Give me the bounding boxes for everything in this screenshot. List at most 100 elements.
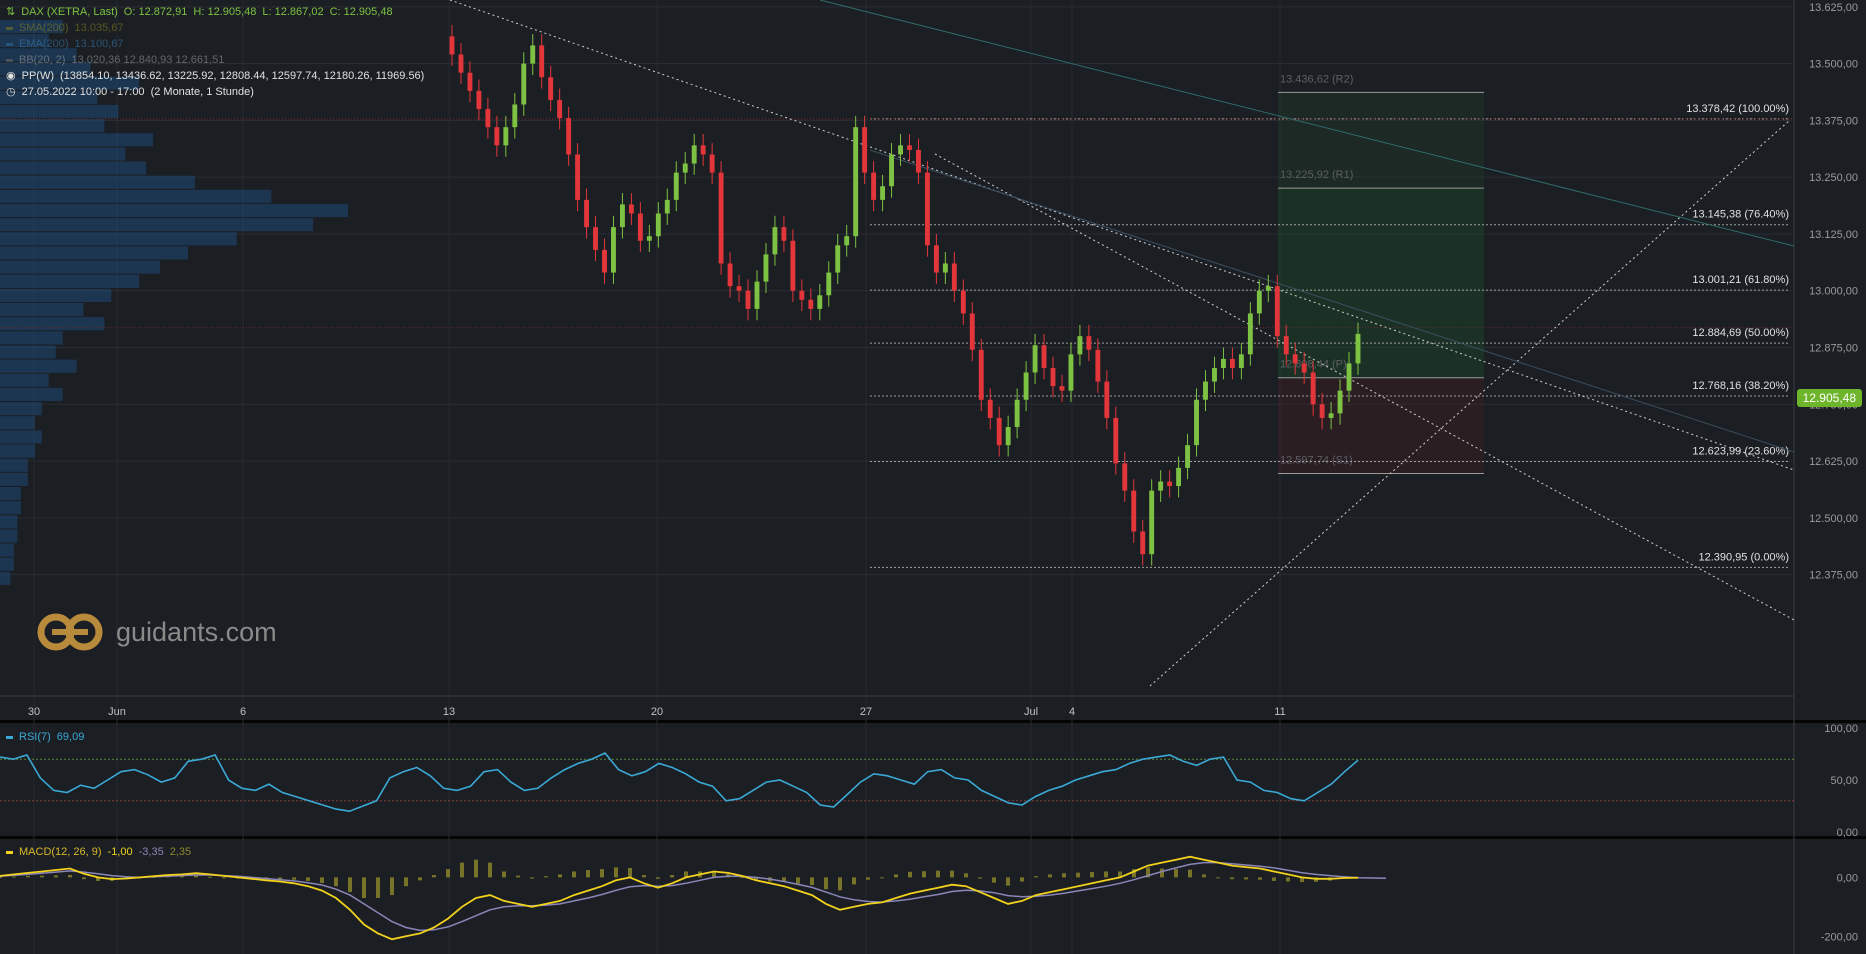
candle-body	[1346, 363, 1352, 391]
rsi-label: RSI(7)	[19, 731, 51, 743]
rsi-legend[interactable]: RSI(7) 69,09	[6, 731, 84, 743]
ema-swatch	[6, 42, 13, 46]
macd-legend[interactable]: MACD(12, 26, 9) -1,00 -3,35 2,35	[6, 846, 191, 858]
macd-swatch	[6, 850, 13, 854]
candle-body	[1301, 363, 1307, 373]
candle-body	[494, 127, 500, 146]
candle-body	[1149, 490, 1155, 555]
macd-histogram-bar	[628, 867, 632, 878]
chart-canvas[interactable]: 13.625,00 13.500,00 13.375,00 13.250,00 13.1…	[0, 0, 1866, 954]
candle-body	[1212, 367, 1217, 382]
macd-histogram-bar	[1188, 869, 1192, 878]
y-tick-label: 13.500,00	[1809, 59, 1858, 71]
candle-body	[1185, 445, 1191, 468]
candle-body	[745, 290, 751, 309]
pivot-label: 13.436,62 (R2)	[1280, 73, 1353, 85]
macd-histogram-bar	[292, 877, 296, 880]
candle-body	[826, 272, 832, 296]
volume-profile-bar	[0, 104, 119, 119]
period-legend[interactable]: ◷ 27.05.2022 10:00 - 17:00 (2 Monate, 1 …	[6, 84, 424, 100]
volume-profile-bar	[0, 402, 42, 416]
candle-body	[924, 172, 930, 246]
y-tick-label: 13.000,00	[1809, 286, 1858, 298]
candle-body	[1113, 417, 1119, 464]
candle-body	[727, 263, 733, 287]
macd-histogram-bar	[82, 877, 86, 880]
candle-body	[584, 199, 589, 228]
macd-histogram-bar	[432, 875, 436, 878]
candle-body	[700, 145, 706, 155]
macd-histogram-bar	[852, 877, 856, 885]
macd-histogram-bar	[1272, 877, 1276, 881]
y-tick-label: 13.625,00	[1809, 2, 1858, 14]
pivot-legend[interactable]: ◉ PP(W) (13854.10, 13436.62, 13225.92, 1…	[6, 68, 424, 84]
macd-hist-value: 2,35	[169, 846, 192, 858]
candle-body	[646, 236, 652, 241]
candle-body	[539, 45, 545, 78]
candle-body	[1328, 413, 1334, 418]
candle-body	[808, 299, 814, 309]
last-price-tag: 12.905,48	[1796, 389, 1862, 407]
candle-body	[978, 349, 984, 400]
macd-histogram-bar	[362, 877, 366, 898]
ema-legend[interactable]: EMA(200) 13.100,67	[6, 36, 424, 52]
macd-histogram-bar	[488, 862, 492, 878]
x-tick-label: Jul	[1024, 706, 1038, 718]
macd-histogram-bar	[502, 871, 506, 878]
macd-histogram-bar	[894, 874, 898, 878]
volume-profile-bar	[0, 175, 195, 189]
macd-histogram-bar	[68, 875, 72, 878]
macd-histogram-bar	[838, 877, 842, 891]
rsi-y-tick-label: 0,00	[1837, 827, 1858, 839]
candle-body	[1005, 427, 1011, 446]
y-tick-label: 12.500,00	[1809, 513, 1858, 525]
high-value: H: 12.905,48	[193, 6, 257, 18]
guidants-logo[interactable]: guidants.com	[36, 612, 277, 652]
candle-body	[1274, 286, 1280, 337]
fibonacci-label: 12.390,95 (0.00%)	[1698, 551, 1789, 563]
macd-histogram-bar	[614, 867, 618, 878]
candle-body	[637, 213, 643, 241]
bb-value: 13.020,36 12.840,93 12.661,51	[71, 54, 225, 66]
bb-legend[interactable]: BB(20, 2) 13.020,36 12.840,93 12.661,51	[6, 52, 424, 68]
candle-body	[521, 63, 527, 105]
fibonacci-label: 12.768,16 (38.20%)	[1692, 380, 1789, 392]
candle-body	[548, 77, 554, 100]
volume-profile-bar	[0, 133, 154, 147]
candle-body	[664, 199, 670, 214]
candle-body	[1176, 467, 1182, 487]
volume-profile-bar	[0, 444, 35, 458]
candle-body	[969, 313, 975, 350]
macd-histogram-bar	[222, 877, 226, 879]
volume-profile-bar	[0, 232, 237, 246]
candle-body	[557, 99, 563, 119]
fibonacci-label: 13.001,21 (61.80%)	[1692, 274, 1789, 286]
macd-histogram-bar	[1062, 873, 1066, 878]
candle-body	[1310, 372, 1316, 405]
candle-body	[790, 240, 796, 291]
volume-profile-bar	[0, 274, 140, 288]
sma-swatch	[6, 26, 13, 30]
candle-body	[1131, 490, 1137, 532]
macd-histogram-bar	[320, 877, 324, 883]
macd-histogram-bar	[866, 877, 870, 880]
y-tick-label: 12.875,00	[1809, 343, 1858, 355]
macd-histogram-bar	[334, 877, 338, 887]
volume-profile-bar	[0, 359, 77, 373]
sma-legend[interactable]: SMA(200) 13.035,67	[6, 20, 424, 36]
candle-body	[682, 163, 688, 173]
macd-histogram-bar	[26, 875, 30, 878]
macd-histogram-bar	[950, 870, 954, 878]
bb-label: BB(20, 2)	[19, 54, 66, 66]
x-tick-label: 6	[240, 706, 246, 718]
candle-body	[1355, 333, 1361, 364]
candle-body	[566, 118, 572, 155]
candle-body	[1104, 381, 1110, 418]
low-value: L: 12.867,02	[262, 6, 324, 18]
macd-histogram-bar	[1048, 874, 1052, 878]
volume-profile-bar	[0, 147, 126, 161]
x-tick-label: Jun	[108, 706, 126, 718]
macd-histogram-bar	[1286, 877, 1290, 882]
candle-body	[1050, 367, 1056, 387]
candle-body	[1014, 399, 1020, 428]
